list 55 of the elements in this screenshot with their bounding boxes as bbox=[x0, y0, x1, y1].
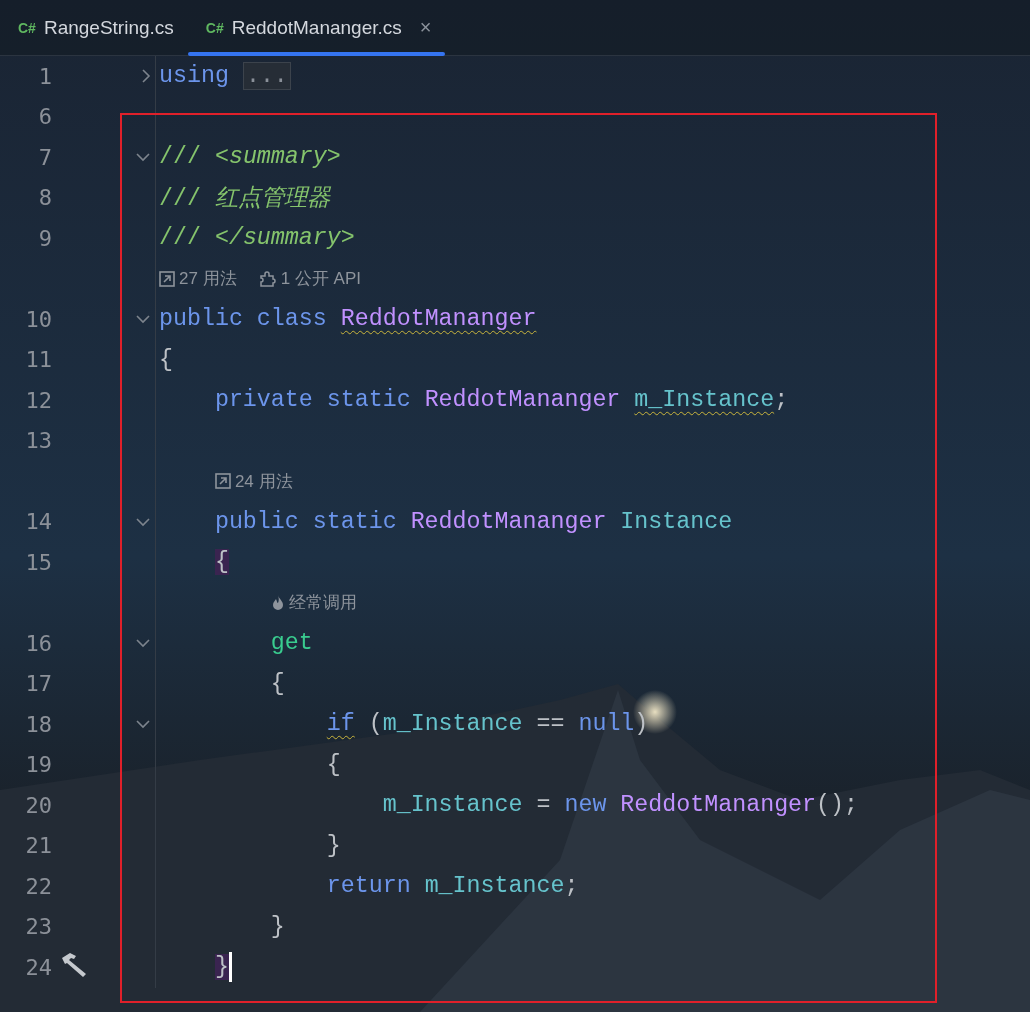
line-number: 20 bbox=[25, 792, 52, 818]
line-number: 21 bbox=[25, 833, 52, 859]
inlay-hint-link[interactable]: 24 用法 bbox=[214, 469, 293, 493]
code-line: public class ReddotMananger bbox=[159, 306, 537, 333]
csharp-file-icon: C# bbox=[205, 19, 224, 36]
line-number: 22 bbox=[25, 873, 52, 899]
line-number: 16 bbox=[25, 630, 52, 656]
code-line: get bbox=[270, 630, 313, 657]
inlay-hint-link[interactable]: 1 公开 API bbox=[258, 267, 361, 291]
file-tab[interactable]: C# ReddotMananger.cs × bbox=[187, 0, 446, 55]
line-number: 9 bbox=[38, 225, 52, 251]
code-line: if (m_Instance == null) bbox=[326, 711, 649, 738]
fold-icon[interactable] bbox=[135, 314, 151, 325]
puzzle-icon bbox=[258, 270, 277, 287]
code-line: } bbox=[270, 913, 285, 940]
fold-icon[interactable] bbox=[135, 152, 151, 163]
line-number: 6 bbox=[38, 104, 52, 130]
file-tab[interactable]: C# RangeString.cs bbox=[0, 0, 188, 55]
code-line: public static ReddotMananger Instance bbox=[214, 508, 733, 535]
line-number: 17 bbox=[25, 671, 52, 697]
csharp-file-icon: C# bbox=[18, 19, 36, 36]
code-line: } bbox=[326, 832, 341, 859]
code-line: /// </summary> bbox=[159, 225, 355, 252]
code-line: { bbox=[270, 670, 285, 697]
line-number: 24 bbox=[25, 954, 52, 980]
code-line: /// 红点管理器 bbox=[159, 184, 330, 214]
line-number: 1 bbox=[38, 63, 52, 89]
close-icon[interactable]: × bbox=[419, 16, 432, 39]
code-line: { bbox=[159, 346, 173, 373]
inlay-hint-link[interactable]: 经常调用 bbox=[270, 591, 357, 615]
code-line: m_Instance = new ReddotMananger(); bbox=[382, 792, 859, 819]
code-line: /// <summary> bbox=[159, 144, 341, 171]
line-number: 8 bbox=[38, 185, 52, 211]
line-number: 10 bbox=[25, 306, 52, 332]
line-number: 7 bbox=[38, 144, 52, 170]
hammer-icon[interactable] bbox=[60, 952, 88, 979]
line-number: 18 bbox=[25, 711, 52, 737]
line-number: 15 bbox=[25, 549, 52, 575]
line-number: 11 bbox=[25, 347, 52, 373]
line-number: 14 bbox=[25, 509, 52, 535]
code-line: { bbox=[326, 751, 341, 778]
line-number: 19 bbox=[25, 752, 52, 778]
inlay-hint-link[interactable]: 27 用法 bbox=[159, 267, 237, 291]
fold-icon[interactable] bbox=[141, 68, 151, 85]
fold-icon[interactable] bbox=[135, 516, 151, 527]
fold-icon[interactable] bbox=[135, 638, 151, 649]
folded-code-button[interactable]: ... bbox=[242, 62, 291, 91]
code-line: private static ReddotMananger m_Instance; bbox=[214, 387, 789, 414]
line-number: 23 bbox=[25, 914, 52, 940]
line-number: 13 bbox=[25, 428, 52, 454]
fold-icon[interactable] bbox=[135, 719, 151, 730]
code-line: using ... bbox=[159, 63, 291, 90]
code-line: return m_Instance; bbox=[326, 873, 579, 900]
flame-icon bbox=[270, 593, 285, 612]
line-number: 12 bbox=[25, 387, 52, 413]
